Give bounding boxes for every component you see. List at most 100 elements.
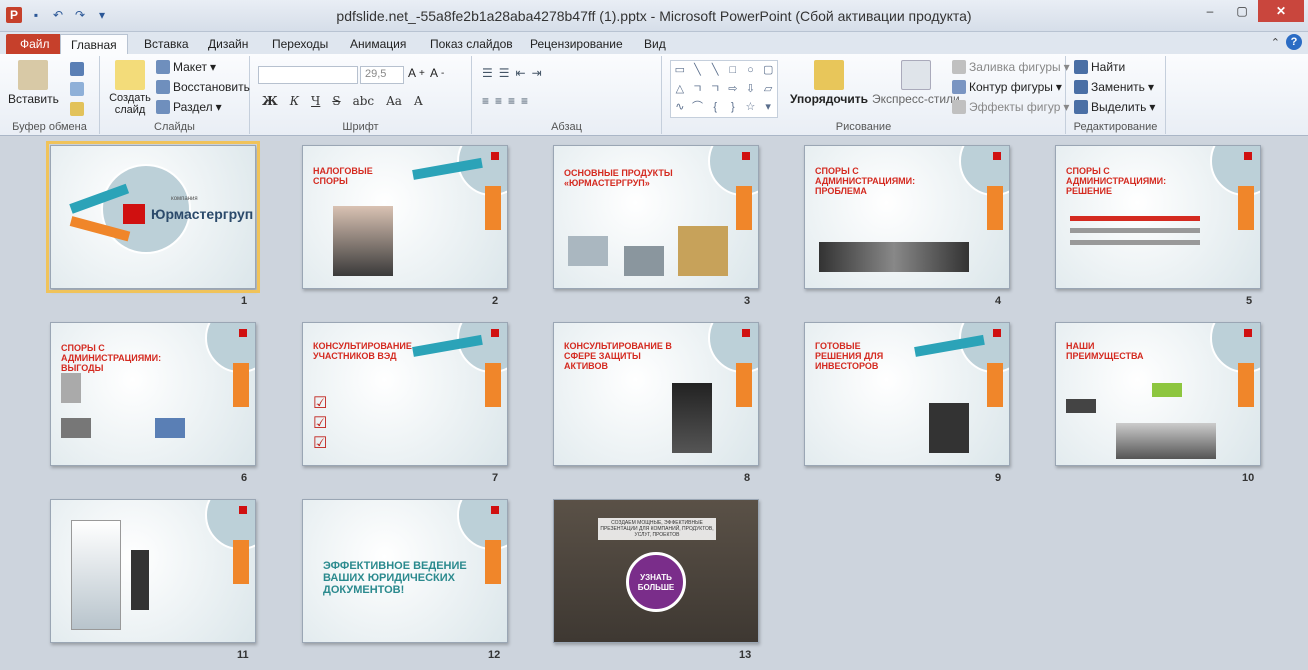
slide-thumbnail[interactable]: СПОРЫ С АДМИНИСТРАЦИЯМИ: ВЫГОДЫ: [50, 322, 256, 466]
ribbon: Вставить Буфер обмена Создать слайд Маке…: [0, 54, 1308, 136]
square-icon[interactable]: □: [724, 61, 742, 80]
align-icons[interactable]: ≡≡≡≡: [482, 94, 534, 108]
tab-transitions[interactable]: Переходы: [262, 34, 338, 54]
businessman-image: [672, 383, 712, 453]
line2-icon[interactable]: ╲: [706, 61, 724, 80]
decor-tab: [987, 363, 1003, 407]
tab-review[interactable]: Рецензирование: [520, 34, 633, 54]
tab-view[interactable]: Вид: [634, 34, 676, 54]
minimize-button[interactable]: –: [1194, 0, 1226, 22]
slide-thumbnail[interactable]: КОНСУЛЬТИРОВАНИЕ УЧАСТНИКОВ ВЭД ☑ ☑ ☑: [302, 322, 508, 466]
italic-button[interactable]: К: [290, 94, 299, 108]
more-icon[interactable]: ▾: [759, 98, 777, 117]
slide-thumbnail[interactable]: КОНСУЛЬТИРОВАНИЕ В СФЕРЕ ЗАЩИТЫ АКТИВОВ: [553, 322, 759, 466]
bracket2-icon[interactable]: }: [724, 98, 742, 117]
close-button[interactable]: ✕: [1258, 0, 1304, 22]
slide-thumbnail[interactable]: ЭФФЕКТИВНОЕ ВЕДЕНИЕ ВАШИХ ЮРИДИЧЕСКИХ ДО…: [302, 499, 508, 643]
font-color-button[interactable]: A: [414, 94, 423, 108]
underline-button[interactable]: Ч: [311, 94, 320, 108]
shape-effects-button[interactable]: Эффекты фигур ▾: [952, 100, 1069, 114]
format-painter-icon[interactable]: [70, 102, 84, 116]
logo-icon: [239, 329, 247, 337]
bracket-icon[interactable]: {: [706, 98, 724, 117]
podium-image: [624, 246, 664, 276]
slide-thumbnail[interactable]: СПОРЫ С АДМИНИСТРАЦИЯМИ: РЕШЕНИЕ: [1055, 145, 1261, 289]
logo-icon: [742, 329, 750, 337]
line-icon[interactable]: ╲: [689, 61, 707, 80]
shape-outline-button[interactable]: Контур фигуры ▾: [952, 80, 1062, 94]
tab-file[interactable]: Файл: [6, 34, 64, 54]
slide-thumbnail[interactable]: НАШИ ПРЕИМУЩЕСТВА: [1055, 322, 1261, 466]
font-name-field[interactable]: [258, 66, 358, 84]
bold-button[interactable]: Ж: [262, 94, 278, 108]
list-icons[interactable]: ☰☰⇤⇥: [482, 66, 548, 80]
icon-image: [155, 418, 185, 438]
slide-thumbnail[interactable]: [50, 499, 256, 643]
strike-button[interactable]: S: [332, 94, 340, 108]
decor-tab: [485, 186, 501, 230]
layout-button[interactable]: Макет ▾: [156, 60, 216, 74]
tab-design[interactable]: Дизайн: [198, 34, 258, 54]
oval-icon[interactable]: ○: [742, 61, 760, 80]
font-group: 29,5 A + A- Ж К Ч S abc Aa A Шрифт: [250, 56, 472, 134]
slide-thumbnail[interactable]: СПОРЫ С АДМИНИСТРАЦИЯМИ: ПРОБЛЕМА: [804, 145, 1010, 289]
triangle-icon[interactable]: △: [671, 80, 689, 99]
arrow-right-icon[interactable]: ⇨: [724, 80, 742, 99]
slide-title: КОНСУЛЬТИРОВАНИЕ В СФЕРЕ ЗАЩИТЫ АКТИВОВ: [564, 341, 672, 371]
slide-thumbnail[interactable]: компания Юрмастергруп: [46, 141, 260, 293]
checkmark-icon: ☑: [313, 435, 328, 452]
logo-icon: [123, 204, 145, 224]
slide-thumbnail[interactable]: СОЗДАЕМ МОЩНЫЕ, ЭФФЕКТИВНЫЕ ПРЕЗЕНТАЦИИ …: [553, 499, 759, 643]
find-icon: [1074, 60, 1088, 74]
elbow2-icon[interactable]: ㄱ: [706, 80, 724, 99]
flowchart-icon[interactable]: ▱: [759, 80, 777, 99]
slide-number: 5: [1246, 295, 1253, 307]
find-button[interactable]: Найти: [1074, 60, 1125, 74]
select-icon: [1074, 100, 1088, 114]
collapse-ribbon-icon[interactable]: ⌃: [1271, 36, 1280, 49]
paragraph-group: ☰☰⇤⇥ ≡≡≡≡ Абзац: [472, 56, 662, 134]
arrange-button[interactable]: Упорядочить: [790, 60, 868, 106]
new-slide-button[interactable]: Создать слайд: [109, 60, 151, 116]
slide-thumbnail[interactable]: НАЛОГОВЫЕ СПОРЫ: [302, 145, 508, 289]
people-image: [333, 206, 393, 276]
help-icon[interactable]: ?: [1286, 34, 1302, 50]
shapes-gallery[interactable]: ▭ ╲ ╲ □ ○ ▢ △ ㄱㄱ ⇨ ⇩ ▱ ∿ ⌒{} ☆ ▾: [670, 60, 778, 118]
shrink-font-icon[interactable]: A-: [430, 66, 444, 80]
slide-title: КОНСУЛЬТИРОВАНИЕ УЧАСТНИКОВ ВЭД: [313, 341, 412, 361]
select-button[interactable]: Выделить ▾: [1074, 100, 1155, 114]
star-icon[interactable]: ☆: [742, 98, 760, 117]
fill-icon: [952, 60, 966, 74]
quick-styles-button[interactable]: Экспресс-стили: [872, 60, 960, 106]
section-button[interactable]: Раздел ▾: [156, 100, 222, 114]
shape-fill-button[interactable]: Заливка фигуры ▾: [952, 60, 1070, 74]
case-button[interactable]: Aa: [386, 94, 402, 108]
slides-group: Создать слайд Макет ▾ Восстановить Разде…: [100, 56, 250, 134]
logo-icon: [742, 152, 750, 160]
rounded-rect-icon[interactable]: ▢: [759, 61, 777, 80]
logo-icon: [239, 506, 247, 514]
car-image: [678, 226, 728, 276]
grow-font-icon[interactable]: A +: [408, 66, 425, 80]
slide-thumbnail[interactable]: ГОТОВЫЕ РЕШЕНИЯ ДЛЯ ИНВЕСТОРОВ: [804, 322, 1010, 466]
spacing-button[interactable]: abc: [353, 94, 375, 108]
cut-icon[interactable]: [70, 62, 84, 76]
font-size-field[interactable]: 29,5: [360, 66, 404, 84]
slide-thumbnail[interactable]: ОСНОВНЫЕ ПРОДУКТЫ «ЮРМАСТЕРГРУП»: [553, 145, 759, 289]
tab-insert[interactable]: Вставка: [134, 34, 199, 54]
reset-button[interactable]: Восстановить: [156, 80, 250, 94]
paste-button[interactable]: Вставить: [8, 60, 59, 106]
rect-icon[interactable]: ▭: [671, 61, 689, 80]
tab-animation[interactable]: Анимация: [340, 34, 416, 54]
tab-home[interactable]: Главная: [60, 34, 128, 54]
copy-icon[interactable]: [70, 82, 84, 96]
arrow-down-icon[interactable]: ⇩: [742, 80, 760, 99]
curve-icon[interactable]: ∿: [671, 98, 689, 117]
slide-title: СПОРЫ С АДМИНИСТРАЦИЯМИ: ВЫГОДЫ: [61, 343, 162, 373]
tab-slideshow[interactable]: Показ слайдов: [420, 34, 523, 54]
maximize-button[interactable]: ▢: [1226, 0, 1258, 22]
arc-icon[interactable]: ⌒: [689, 98, 707, 117]
replace-button[interactable]: Заменить ▾: [1074, 80, 1154, 94]
outline-icon: [952, 80, 966, 94]
elbow-icon[interactable]: ㄱ: [689, 80, 707, 99]
